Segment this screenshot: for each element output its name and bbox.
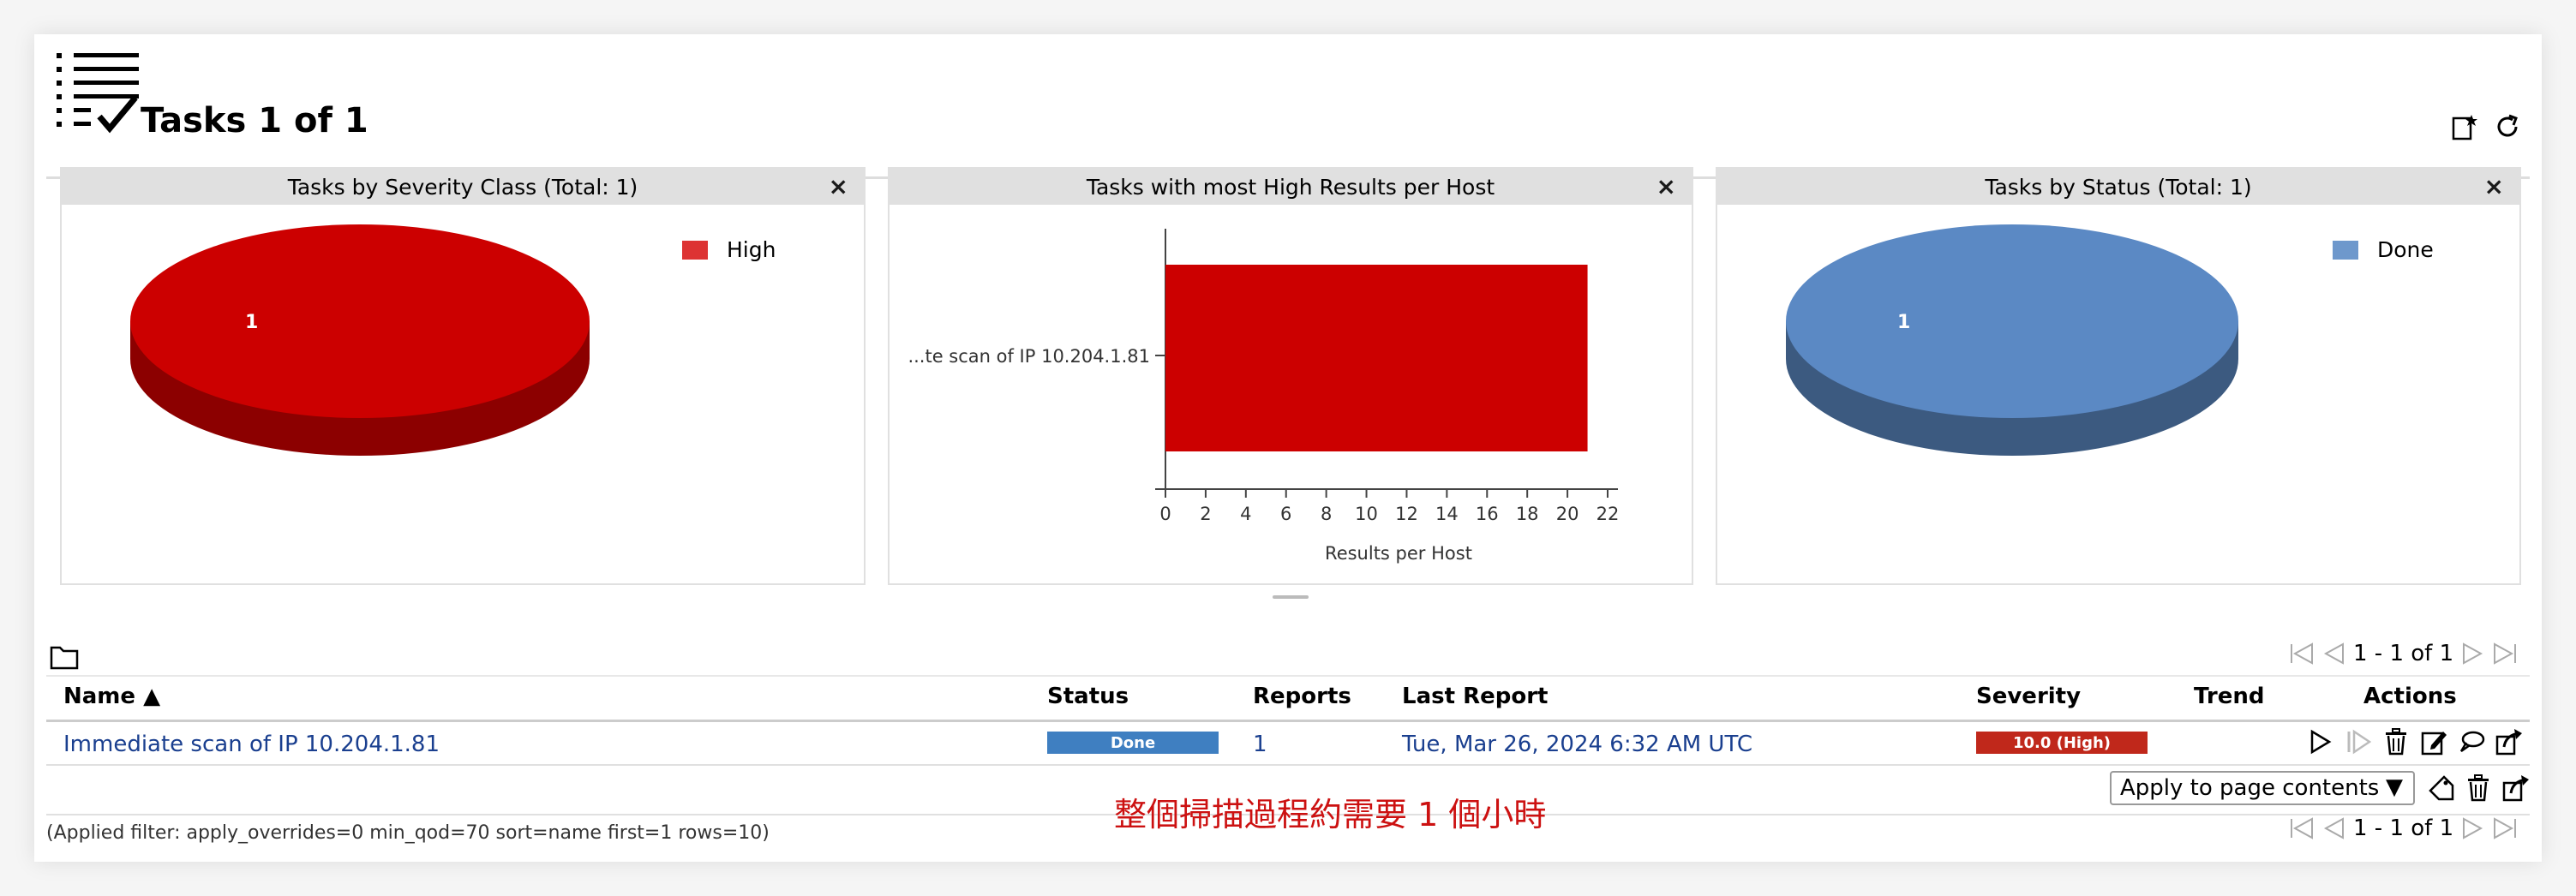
high-results-chart-header: Tasks with most High Results per Host ×	[890, 169, 1692, 205]
next-page-icon[interactable]	[2459, 815, 2486, 841]
status-chart-title: Tasks by Status (Total: 1)	[1985, 174, 2252, 200]
pie-slice-label: 1	[245, 312, 258, 333]
resume-icon[interactable]	[2343, 726, 2374, 757]
pie-slice-done	[1786, 224, 2238, 418]
col-header-status[interactable]: Status	[1047, 684, 1129, 709]
bulk-export-icon[interactable]	[2501, 773, 2531, 803]
severity-label: 10.0 (High)	[2012, 733, 2112, 752]
x-tick-label: 6	[1280, 504, 1291, 524]
pie-slice-high	[130, 224, 590, 418]
chevron-down-icon: ▼	[2386, 774, 2403, 800]
last-page-icon[interactable]	[2491, 641, 2519, 666]
close-icon[interactable]: ×	[1656, 172, 1676, 201]
high-results-chart-panel: Tasks with most High Results per Host × …	[888, 167, 1693, 585]
col-header-actions: Actions	[2363, 684, 2457, 709]
x-tick-label: 22	[1597, 504, 1620, 524]
x-tick-label: 8	[1321, 504, 1332, 524]
col-header-trend: Trend	[2194, 684, 2265, 709]
title-tools	[2449, 111, 2523, 142]
pager-text: 1 - 1 of 1	[2353, 641, 2454, 666]
col-header-reports[interactable]: Reports	[1253, 684, 1351, 709]
overlay-note: 整個掃描過程約需要 1 個小時	[1114, 796, 1547, 833]
new-task-icon[interactable]	[2449, 111, 2480, 142]
x-tick-label: 20	[1556, 504, 1579, 524]
severity-pie: 1	[130, 224, 590, 456]
dashboard-resize-handle[interactable]	[1273, 595, 1309, 599]
col-header-name[interactable]: Name ▲	[63, 684, 160, 709]
pager-text: 1 - 1 of 1	[2353, 815, 2454, 841]
previous-page-icon[interactable]	[2321, 641, 2348, 666]
bulk-icons	[2425, 773, 2531, 803]
tag-icon[interactable]	[2425, 773, 2456, 803]
table-header-row: Name ▲ Status Reports Last Report Severi…	[46, 675, 2530, 722]
title-bar: Tasks 1 of 1	[46, 41, 2530, 179]
x-tick-label: 4	[1240, 504, 1251, 524]
apply-to-select[interactable]: Apply to page contents ▼	[2110, 771, 2415, 805]
reports-count-link[interactable]: 1	[1253, 732, 1267, 757]
severity-badge: 10.0 (High)	[1976, 732, 2148, 754]
close-icon[interactable]: ×	[829, 172, 848, 201]
row-actions	[2305, 726, 2525, 757]
severity-chart-panel: Tasks by Severity Class (Total: 1) × Hig…	[60, 167, 866, 585]
first-page-icon[interactable]	[2288, 641, 2315, 666]
pager-bottom: 1 - 1 of 1	[2288, 815, 2519, 841]
first-page-icon[interactable]	[2288, 815, 2315, 841]
bulk-trash-icon[interactable]	[2463, 773, 2494, 803]
apply-to-value: Apply to page contents	[2120, 775, 2380, 801]
x-tick-label: 12	[1395, 504, 1418, 524]
page-title: Tasks 1 of 1	[141, 101, 368, 140]
col-header-last-report[interactable]: Last Report	[1402, 684, 1548, 709]
edit-icon[interactable]	[2418, 726, 2449, 757]
x-axis-label: Results per Host	[1325, 543, 1472, 564]
status-label: Done	[1110, 733, 1156, 752]
last-page-icon[interactable]	[2491, 815, 2519, 841]
pie-slice-label: 1	[1897, 312, 1910, 333]
tasks-list-icon	[57, 53, 139, 134]
severity-chart-header: Tasks by Severity Class (Total: 1) ×	[62, 169, 864, 205]
last-report-link[interactable]: Tue, Mar 26, 2024 6:32 AM UTC	[1402, 732, 1752, 757]
clone-icon[interactable]	[2456, 726, 2487, 757]
x-tick-label: 10	[1355, 504, 1378, 524]
x-tick-label: 2	[1200, 504, 1211, 524]
task-name-link[interactable]: Immediate scan of IP 10.204.1.81	[63, 732, 440, 757]
col-header-severity[interactable]: Severity	[1976, 684, 2081, 709]
status-chart-panel: Tasks by Status (Total: 1) × Done 1	[1716, 167, 2521, 585]
x-tick-label: 18	[1516, 504, 1539, 524]
previous-page-icon[interactable]	[2321, 815, 2348, 841]
x-tick-label: 16	[1476, 504, 1499, 524]
status-chart-header: Tasks by Status (Total: 1) ×	[1717, 169, 2519, 205]
high-results-bar-chart: ...te scan of IP 10.204.1.81 0 2 4 6 8 10 12 14…	[908, 229, 1619, 564]
category-label: ...te scan of IP 10.204.1.81	[908, 346, 1150, 367]
status-progress-bar: Done	[1047, 732, 1219, 754]
close-icon[interactable]: ×	[2484, 172, 2504, 201]
refresh-icon[interactable]	[2492, 111, 2523, 142]
next-page-icon[interactable]	[2459, 641, 2486, 666]
export-icon[interactable]	[2494, 726, 2525, 757]
x-tick-label: 14	[1435, 504, 1459, 524]
severity-chart-title: Tasks by Severity Class (Total: 1)	[287, 174, 638, 200]
x-tick-label: 0	[1159, 504, 1171, 524]
x-ticks: 0 2 4 6 8 10 12 14 16 18 20 22	[1159, 489, 1619, 524]
applied-filter: (Applied filter: apply_overrides=0 min_q…	[46, 822, 770, 844]
folder-icon[interactable]	[50, 644, 79, 670]
bar-high-results	[1165, 265, 1588, 451]
pager-top: 1 - 1 of 1	[2288, 641, 2519, 666]
table-row: Immediate scan of IP 10.204.1.81 Done 1 …	[46, 721, 2530, 766]
status-pie: 1	[1786, 224, 2238, 456]
tasks-panel: Tasks 1 of 1 Tasks by Severity Class (To…	[34, 34, 2542, 862]
start-icon[interactable]	[2305, 726, 2336, 757]
high-results-chart-title: Tasks with most High Results per Host	[1086, 174, 1495, 200]
trash-icon[interactable]	[2381, 726, 2411, 757]
